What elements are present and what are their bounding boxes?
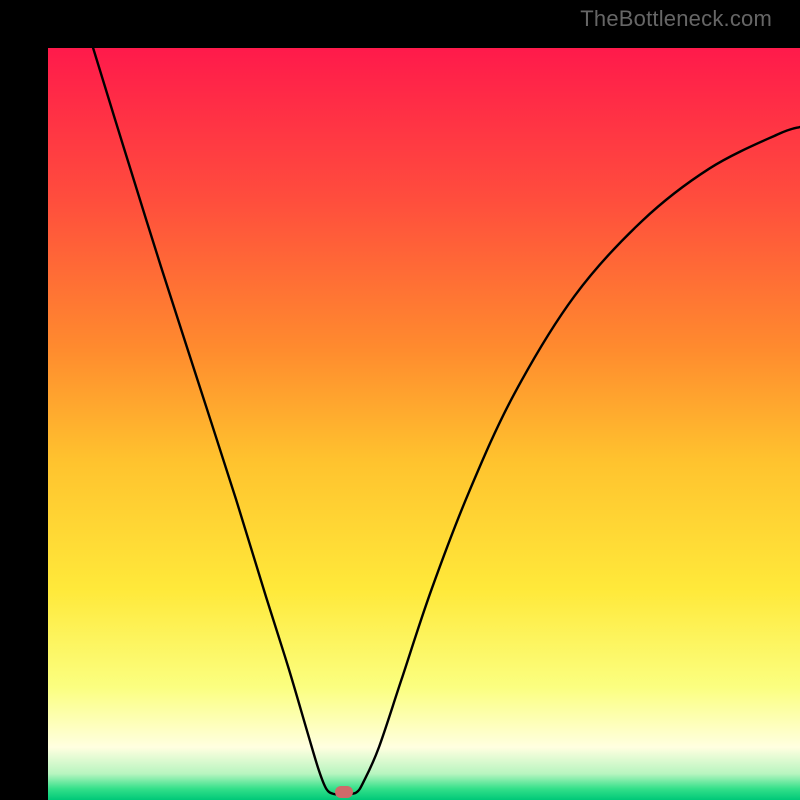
watermark-text: TheBottleneck.com <box>580 6 772 32</box>
gradient-background <box>48 48 800 800</box>
chart-frame <box>0 0 800 800</box>
bottleneck-chart <box>48 48 800 800</box>
minimum-marker-icon <box>335 786 353 798</box>
plot-area <box>48 48 800 800</box>
